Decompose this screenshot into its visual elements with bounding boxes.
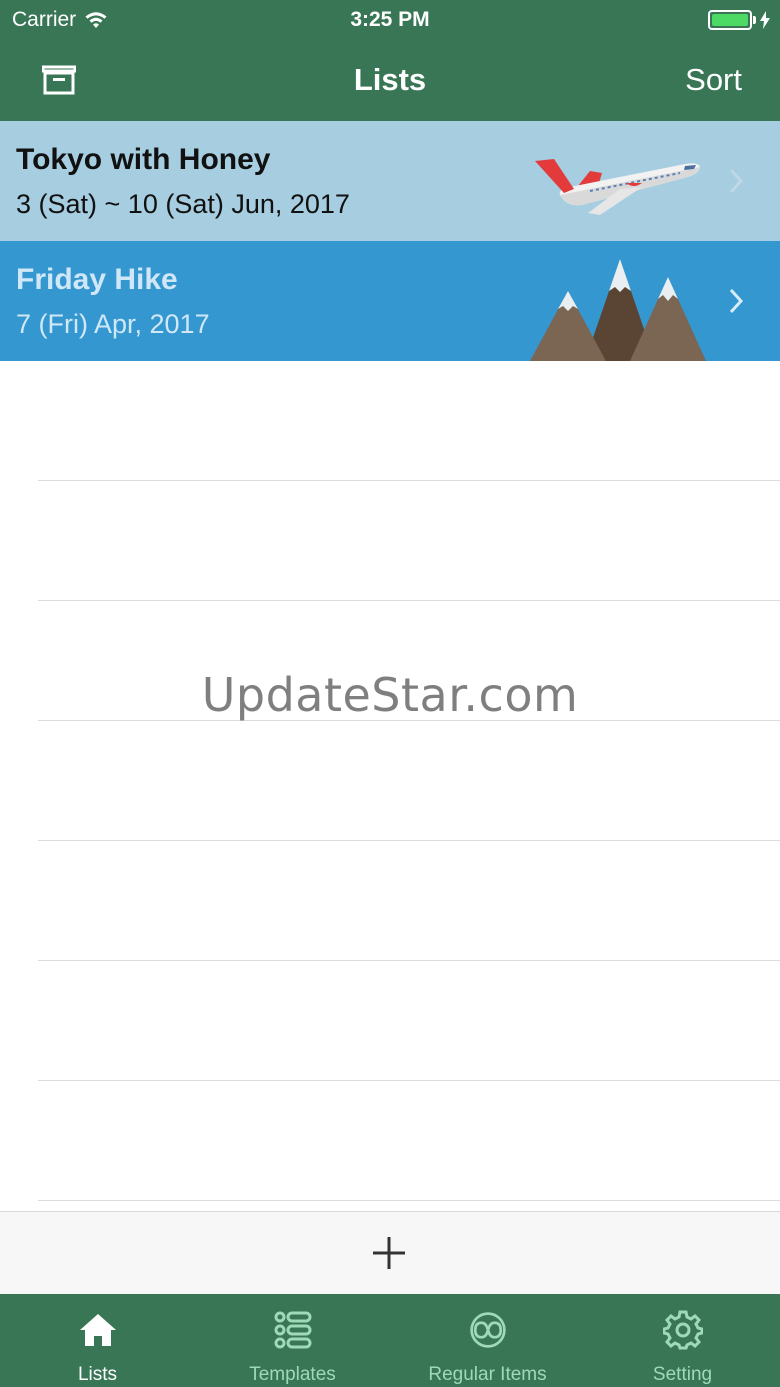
plus-icon[interactable] [370, 1234, 408, 1272]
status-time: 3:25 PM [350, 8, 430, 31]
mountains-icon [530, 259, 706, 361]
tab-label: Setting [652, 1364, 713, 1385]
tab-label: Lists [77, 1364, 118, 1385]
tab-bar: Lists Templates Regular Items Setting [0, 1294, 780, 1387]
list-item-title: Tokyo with Honey [16, 143, 271, 176]
list-item-date: 3 (Sat) ~ 10 (Sat) Jun, 2017 [16, 189, 350, 219]
gear-icon [663, 1310, 703, 1350]
tab-label: Regular Items [428, 1364, 547, 1385]
tab-templates[interactable]: Templates [195, 1294, 390, 1387]
infinity-link-icon [470, 1312, 506, 1348]
airplane-icon [535, 159, 700, 215]
row-separator [38, 480, 780, 481]
row-separator [38, 960, 780, 961]
chevron-right-icon [729, 168, 744, 194]
charging-bolt-icon [760, 11, 770, 29]
list-item-date: 7 (Fri) Apr, 2017 [16, 309, 210, 339]
add-list-bar [0, 1211, 780, 1294]
list-item-friday-hike[interactable]: Friday Hike 7 (Fri) Apr, 2017 [0, 241, 780, 361]
list-item-tokyo[interactable]: Tokyo with Honey 3 (Sat) ~ 10 (Sat) Jun,… [0, 121, 780, 241]
status-bar: Carrier 3:25 PM [0, 0, 780, 40]
sort-button[interactable]: Sort [685, 62, 742, 98]
row-separator [38, 1080, 780, 1081]
home-icon [80, 1314, 116, 1346]
list-template-icon [274, 1311, 312, 1349]
tab-regular-items[interactable]: Regular Items [390, 1294, 585, 1387]
tab-lists[interactable]: Lists [0, 1294, 195, 1387]
watermark-text: UpdateStar.com [201, 668, 579, 722]
battery-indicator [708, 10, 770, 30]
row-separator [38, 600, 780, 601]
tab-setting[interactable]: Setting [585, 1294, 780, 1387]
row-separator [38, 840, 780, 841]
row-separator [38, 1200, 780, 1201]
battery-icon [708, 10, 752, 30]
navigation-bar: Lists Sort [0, 40, 780, 121]
chevron-right-icon [729, 288, 744, 314]
list-item-title: Friday Hike [16, 263, 178, 296]
page-title: Lists [353, 62, 427, 97]
tab-label: Templates [249, 1364, 336, 1385]
